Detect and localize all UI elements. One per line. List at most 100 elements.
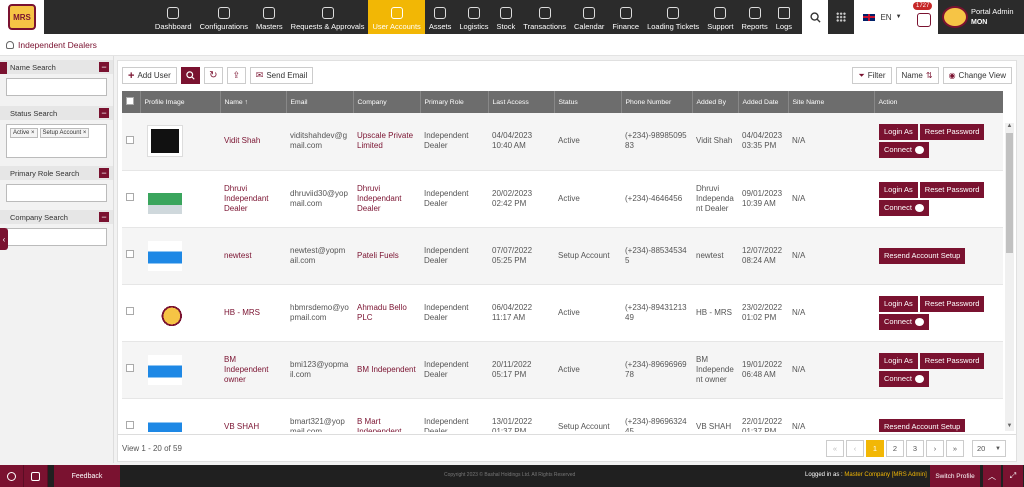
column-header[interactable]: Last Access (488, 91, 555, 113)
column-header[interactable]: Action (874, 91, 1003, 113)
nav-item-calendar[interactable]: Calendar (570, 0, 608, 34)
cell-name[interactable]: Dhruvi Independant Dealer (220, 170, 286, 228)
profile-image[interactable] (148, 240, 182, 271)
profile-menu[interactable]: Portal Admin MON (938, 0, 1024, 34)
nav-item-assets[interactable]: Assets (425, 0, 456, 34)
cell-name[interactable]: Vidit Shah (220, 113, 286, 171)
search-toggle-button[interactable] (180, 67, 200, 84)
reset-password-button[interactable]: Reset Password (919, 181, 985, 198)
company-search-input[interactable] (6, 228, 107, 246)
table-row[interactable]: HB - MRS hbmrsdemo@yopmail.com Ahmadu Bell… (122, 284, 1003, 342)
logo[interactable]: MRS (0, 0, 44, 34)
reset-password-button[interactable]: Reset Password (919, 352, 985, 369)
login-as-button[interactable]: Login As (879, 295, 918, 312)
scroll-up-icon[interactable]: ▲ (1005, 123, 1014, 131)
nav-item-transactions[interactable]: Transactions (519, 0, 570, 34)
profile-image[interactable] (148, 297, 182, 328)
select-all-checkbox[interactable] (126, 97, 134, 105)
nav-item-configurations[interactable]: Configurations (196, 0, 252, 34)
connect-button[interactable]: Connect (879, 199, 929, 216)
prev-page-button[interactable]: ‹ (846, 440, 864, 457)
reset-password-button[interactable]: Reset Password (919, 295, 985, 312)
table-row[interactable]: Dhruvi Independant Dealer dhruviid30@yopm… (122, 170, 1003, 228)
scroll-down-icon[interactable]: ▼ (1005, 423, 1014, 431)
cell-name[interactable]: BM Independent owner (220, 341, 286, 399)
column-header[interactable]: Site Name (788, 91, 875, 113)
notifications-button[interactable]: 1727 (910, 0, 938, 34)
nav-item-stock[interactable]: Stock (493, 0, 520, 34)
profile-image[interactable] (147, 125, 183, 158)
sidebar-drag-handle[interactable] (0, 62, 7, 74)
sort-name-button[interactable]: Name ⇅ (895, 67, 939, 84)
filter-button[interactable]: ⏷ Filter (852, 67, 892, 84)
status-tag-active[interactable]: Active × (10, 128, 38, 138)
apps-grid-button[interactable] (828, 0, 854, 34)
status-search-input[interactable]: Active × Setup Account × (6, 124, 107, 158)
company-search-header[interactable]: Company Search − (0, 210, 113, 224)
connect-button[interactable]: Connect (879, 370, 929, 387)
page-2-button[interactable]: 2 (886, 440, 904, 457)
nav-item-support[interactable]: Support (703, 0, 737, 34)
column-header[interactable]: Email (286, 91, 354, 113)
nav-item-user-accounts[interactable]: User Accounts (368, 0, 425, 34)
nav-item-masters[interactable]: Masters (252, 0, 287, 34)
last-page-button[interactable]: » (946, 440, 964, 457)
nav-item-logs[interactable]: Logs (772, 0, 796, 34)
cell-name[interactable]: HB - MRS (220, 284, 286, 342)
page-size-select[interactable]: 20 ▼ (972, 440, 1006, 457)
nav-item-loading-tickets[interactable]: Loading Tickets (643, 0, 703, 34)
cell-company[interactable]: Pateli Fuels (353, 227, 420, 285)
cell-company[interactable]: BM Independent (353, 341, 420, 399)
login-as-button[interactable]: Login As (879, 181, 918, 198)
switch-profile-button[interactable]: Switch Profile (930, 465, 980, 487)
page-1-button[interactable]: 1 (866, 440, 884, 457)
cell-name[interactable]: newtest (220, 227, 286, 285)
table-row[interactable]: VB SHAH bmart321@yopmail.com B Mart Indepe… (122, 398, 1003, 432)
next-page-button[interactable]: › (926, 440, 944, 457)
table-row[interactable]: newtest newtest@yopmail.com Pateli Fuels In… (122, 227, 1003, 285)
nav-item-dashboard[interactable]: Dashboard (151, 0, 196, 34)
profile-image[interactable] (148, 354, 182, 385)
expand-icon[interactable]: ⤢ (1003, 465, 1023, 487)
column-header[interactable]: Company (353, 91, 421, 113)
cell-company[interactable]: Ahmadu Bello PLC (353, 284, 420, 342)
column-header[interactable]: Phone Number (621, 91, 693, 113)
feedback-button[interactable]: Feedback (54, 465, 120, 487)
reset-password-button[interactable]: Reset Password (919, 124, 985, 141)
column-header[interactable]: Primary Role (420, 91, 489, 113)
search-button[interactable] (802, 0, 828, 34)
collapse-icon[interactable]: − (99, 212, 109, 222)
cell-company[interactable]: Dhruvi Independant Dealer (353, 170, 420, 228)
row-checkbox[interactable] (126, 135, 134, 144)
settings-button[interactable] (0, 465, 24, 487)
nav-item-logistics[interactable]: Logistics (455, 0, 492, 34)
column-header[interactable]: Status (554, 91, 622, 113)
row-checkbox[interactable] (126, 250, 134, 258)
cell-company[interactable]: B Mart Independent (353, 398, 420, 432)
primary-role-search-header[interactable]: Primary Role Search − (0, 166, 113, 180)
collapse-icon[interactable]: − (99, 62, 109, 72)
column-header[interactable]: Profile Image (140, 91, 221, 113)
scrollbar-thumb[interactable] (1006, 133, 1013, 253)
profile-image[interactable] (148, 183, 182, 214)
first-page-button[interactable]: « (826, 440, 844, 457)
select-all-header[interactable] (122, 91, 141, 113)
row-checkbox[interactable] (126, 307, 134, 315)
login-as-button[interactable]: Login As (879, 124, 918, 141)
refresh-button[interactable]: ↻ (203, 67, 223, 84)
nav-item-finance[interactable]: Finance (608, 0, 643, 34)
connect-button[interactable]: Connect (879, 313, 929, 330)
cell-name[interactable]: VB SHAH (220, 398, 286, 432)
page-3-button[interactable]: 3 (906, 440, 924, 457)
resend-account-setup-button[interactable]: Resend Account Setup (879, 418, 966, 432)
send-email-button[interactable]: ✉ Send Email (249, 67, 314, 84)
vertical-scrollbar[interactable]: ▲ ▼ (1005, 123, 1014, 431)
nav-item-requests-approvals[interactable]: Requests & Approvals (287, 0, 369, 34)
table-row[interactable]: Vidit Shah viditshahdev@gmail.com Upscale … (122, 113, 1003, 171)
row-checkbox[interactable] (126, 421, 134, 429)
export-button[interactable]: ⇪ (226, 67, 246, 84)
collapse-icon[interactable]: − (99, 108, 109, 118)
nav-item-reports[interactable]: Reports (737, 0, 771, 34)
status-tag-setup-account[interactable]: Setup Account × (39, 128, 90, 138)
language-selector[interactable]: EN ▼ (854, 0, 910, 34)
